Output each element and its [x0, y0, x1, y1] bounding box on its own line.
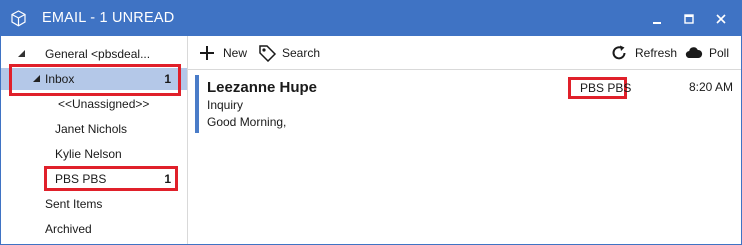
minimize-icon: [653, 22, 661, 24]
message-list-item[interactable]: Leezanne Hupe Inquiry Good Morning, PBS …: [195, 75, 739, 133]
plus-icon: [200, 46, 214, 60]
cube-icon: [11, 10, 26, 27]
refresh-icon: [612, 45, 626, 60]
sidebar-item-label: <<Unassigned>>: [58, 97, 150, 111]
sidebar-item-label: Inbox: [45, 72, 75, 86]
window-title: EMAIL - 1 UNREAD: [42, 10, 175, 26]
cloud-icon: [685, 47, 703, 59]
sidebar-item-label: Janet Nichols: [55, 122, 128, 136]
sidebar-item-archived[interactable]: Archived: [1, 218, 187, 240]
expand-arrow-icon[interactable]: [18, 50, 25, 57]
sidebar-item-janet-nichols[interactable]: Janet Nichols: [1, 118, 187, 140]
unread-count: 1: [164, 172, 171, 186]
sidebar-item-unassigned[interactable]: <<Unassigned>>: [1, 93, 187, 115]
title-bar: EMAIL - 1 UNREAD: [1, 1, 741, 36]
sidebar-item-label: Kylie Nelson: [55, 147, 122, 161]
sidebar-account-label: General <pbsdeal...: [45, 47, 151, 61]
unread-count: 1: [164, 72, 171, 86]
message-time: 8:20 AM: [688, 80, 733, 94]
new-button[interactable]: New: [198, 44, 254, 62]
sidebar-item-sent-items[interactable]: Sent Items: [1, 193, 187, 215]
sidebar-item-kylie-nelson[interactable]: Kylie Nelson: [1, 143, 187, 165]
search-label: Search: [282, 46, 321, 60]
sidebar-item-label: PBS PBS: [55, 172, 107, 186]
refresh-button[interactable]: Refresh: [610, 44, 680, 62]
new-label: New: [223, 46, 248, 60]
message-tag: PBS PBS: [580, 81, 632, 95]
tag-icon: [259, 45, 277, 62]
poll-button[interactable]: Poll: [685, 44, 733, 62]
email-window: EMAIL - 1 UNREAD General <pbsdeal... Inb…: [0, 0, 742, 245]
folder-sidebar: General <pbsdeal... Inbox 1 <<Unassigned…: [1, 36, 188, 244]
close-icon: [716, 14, 726, 24]
poll-label: Poll: [709, 46, 730, 60]
sidebar-item-inbox[interactable]: Inbox 1: [1, 68, 187, 90]
toolbar: New Search Refresh Poll: [188, 36, 741, 70]
maximize-icon: [684, 14, 694, 24]
search-button[interactable]: Search: [258, 44, 328, 62]
minimize-button[interactable]: [646, 9, 668, 29]
maximize-button[interactable]: [678, 9, 700, 29]
message-sender: Leezanne Hupe: [207, 79, 318, 96]
close-button[interactable]: [710, 9, 732, 29]
expand-arrow-icon[interactable]: [33, 75, 40, 82]
sidebar-item-label: Archived: [45, 222, 92, 236]
sidebar-item-label: Sent Items: [45, 197, 103, 211]
message-subject: Inquiry: [207, 98, 244, 112]
sidebar-item-pbs-pbs[interactable]: PBS PBS 1: [1, 168, 187, 190]
message-preview: Good Morning,: [207, 115, 287, 129]
sidebar-account-general[interactable]: General <pbsdeal...: [1, 43, 187, 65]
refresh-label: Refresh: [635, 46, 678, 60]
